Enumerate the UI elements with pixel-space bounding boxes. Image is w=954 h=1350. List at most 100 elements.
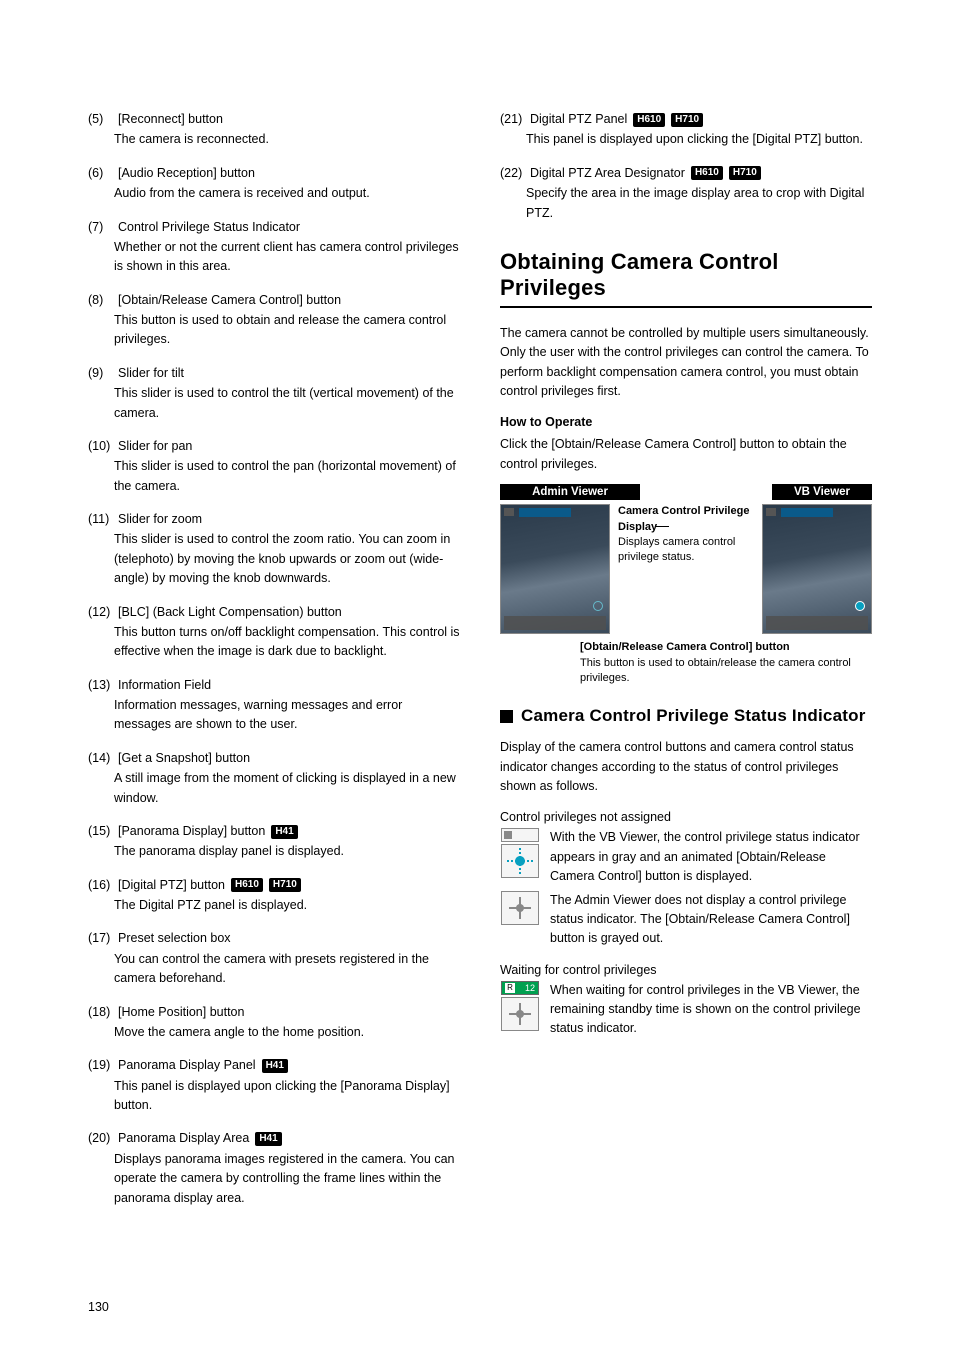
item-description: This panel is displayed upon clicking th… (500, 130, 872, 149)
item-description: A still image from the moment of clickin… (88, 769, 460, 808)
item-number: (15) (88, 822, 114, 841)
list-item: (10)Slider for panThis slider is used to… (88, 437, 460, 496)
page-columns: (5)[Reconnect] buttonThe camera is recon… (88, 110, 872, 1222)
model-tag: H41 (255, 1132, 281, 1146)
vb-viewer-label: VB Viewer (772, 484, 872, 500)
item-number: (12) (88, 603, 114, 622)
item-number: (14) (88, 749, 114, 768)
item-number: (16) (88, 876, 114, 895)
item-description: This slider is used to control the pan (… (88, 457, 460, 496)
item-head: (13)Information Field (88, 676, 460, 695)
item-head: (7)Control Privilege Status Indicator (88, 218, 460, 237)
list-item: (11)Slider for zoomThis slider is used t… (88, 510, 460, 589)
model-tag: H41 (262, 1059, 288, 1073)
item-description: This slider is used to control the zoom … (88, 530, 460, 588)
item-number: (11) (88, 510, 114, 529)
sub-heading-row: Camera Control Privilege Status Indicato… (500, 706, 872, 726)
item-head: (10)Slider for pan (88, 437, 460, 456)
model-tag: H710 (269, 878, 301, 892)
status-waiting-block: Waiting for control privileges R12 When … (500, 963, 872, 1039)
item-description: The panorama display panel is displayed. (88, 842, 460, 861)
status-not-assigned-admin-text: The Admin Viewer does not display a cont… (550, 891, 872, 949)
list-item: (12)[BLC] (Back Light Compensation) butt… (88, 603, 460, 662)
item-number: (7) (88, 218, 114, 237)
list-item: (22)Digital PTZ Area DesignatorH610H710S… (500, 164, 872, 223)
status-waiting-title: Waiting for control privileges (500, 963, 872, 977)
waiting-time-badge: R12 (501, 981, 539, 995)
section-heading: Obtaining Camera Control Privileges (500, 249, 872, 308)
square-bullet-icon (500, 710, 513, 723)
how-to-operate-heading: How to Operate (500, 415, 872, 429)
item-head: (15)[Panorama Display] buttonH41 (88, 822, 460, 841)
item-head: (17)Preset selection box (88, 929, 460, 948)
status-not-assigned-vb-text: With the VB Viewer, the control privileg… (550, 828, 872, 886)
item-number: (10) (88, 437, 114, 456)
item-title: [Digital PTZ] button (118, 876, 225, 895)
item-title: Digital PTZ Area Designator (530, 164, 685, 183)
item-title: Control Privilege Status Indicator (118, 218, 300, 237)
item-head: (12)[BLC] (Back Light Compensation) butt… (88, 603, 460, 622)
item-description: This panel is displayed upon clicking th… (88, 1077, 460, 1116)
item-title: Information Field (118, 676, 211, 695)
item-description: You can control the camera with presets … (88, 950, 460, 989)
model-tag: H610 (231, 878, 263, 892)
item-title: [Get a Snapshot] button (118, 749, 250, 768)
item-description: The camera is reconnected. (88, 130, 460, 149)
item-head: (19)Panorama Display PanelH41 (88, 1056, 460, 1075)
item-head: (6)[Audio Reception] button (88, 164, 460, 183)
status-waiting-text: When waiting for control privileges in t… (550, 981, 872, 1039)
model-tag: H610 (691, 166, 723, 180)
item-head: (11)Slider for zoom (88, 510, 460, 529)
item-head: (14)[Get a Snapshot] button (88, 749, 460, 768)
list-item: (16)[Digital PTZ] buttonH610H710The Digi… (88, 876, 460, 916)
item-head: (5)[Reconnect] button (88, 110, 460, 129)
how-to-operate-body: Click the [Obtain/Release Camera Control… (500, 435, 872, 474)
item-title: [Audio Reception] button (118, 164, 255, 183)
viewer-screenshots-row: Camera Control Privilege Display Display… (500, 504, 872, 634)
item-head: (16)[Digital PTZ] button H610 H710 (88, 876, 460, 895)
obtain-release-button-annotation: [Obtain/Release Camera Control] button T… (580, 640, 872, 686)
list-item: (19)Panorama Display PanelH41This panel … (88, 1056, 460, 1115)
item-description: This button turns on/off backlight compe… (88, 623, 460, 662)
item-description: Information messages, warning messages a… (88, 696, 460, 735)
list-item: (15)[Panorama Display] buttonH41The pano… (88, 822, 460, 862)
admin-viewer-screenshot (500, 504, 610, 634)
item-title: Slider for zoom (118, 510, 202, 529)
item-description: Whether or not the current client has ca… (88, 238, 460, 277)
list-item: (18)[Home Position] buttonMove the camer… (88, 1003, 460, 1043)
list-item: (7)Control Privilege Status IndicatorWhe… (88, 218, 460, 277)
item-title: [Home Position] button (118, 1003, 244, 1022)
item-description: Displays panorama images registered in t… (88, 1150, 460, 1208)
page-number: 130 (88, 1300, 109, 1314)
item-description: This button is used to obtain and releas… (88, 311, 460, 350)
item-head: (20)Panorama Display AreaH41 (88, 1129, 460, 1148)
item-title: [Panorama Display] button (118, 822, 265, 841)
admin-viewer-label: Admin Viewer (500, 484, 640, 500)
item-number: (9) (88, 364, 114, 383)
item-number: (13) (88, 676, 114, 695)
section-body: The camera cannot be controlled by multi… (500, 324, 872, 402)
list-item: (21)Digital PTZ PanelH610H710This panel … (500, 110, 872, 150)
list-item: (17)Preset selection box You can control … (88, 929, 460, 988)
camera-control-privilege-display-annotation: Camera Control Privilege Display Display… (618, 504, 754, 566)
waiting-icon: R12 (500, 981, 540, 1031)
list-item: (5)[Reconnect] buttonThe camera is recon… (88, 110, 460, 150)
item-number: (22) (500, 164, 526, 183)
list-item: (14)[Get a Snapshot] buttonA still image… (88, 749, 460, 808)
list-item: (13)Information FieldInformation message… (88, 676, 460, 735)
item-title: [Reconnect] button (118, 110, 223, 129)
item-title: Panorama Display Panel (118, 1056, 256, 1075)
viewer-labels-row: Admin Viewer VB Viewer (500, 484, 872, 500)
list-item: (9)Slider for tiltThis slider is used to… (88, 364, 460, 423)
item-title: [BLC] (Back Light Compensation) button (118, 603, 342, 622)
item-head: (21)Digital PTZ PanelH610H710 (500, 110, 872, 129)
item-description: Audio from the camera is received and ou… (88, 184, 460, 203)
item-head: (18)[Home Position] button (88, 1003, 460, 1022)
item-title: [Obtain/Release Camera Control] button (118, 291, 341, 310)
item-title: Digital PTZ Panel (530, 110, 627, 129)
right-column: (21)Digital PTZ PanelH610H710This panel … (500, 110, 872, 1222)
item-head: (8)[Obtain/Release Camera Control] butto… (88, 291, 460, 310)
item-number: (20) (88, 1129, 114, 1148)
item-number: (17) (88, 929, 114, 948)
item-title: Preset selection box (118, 929, 231, 948)
